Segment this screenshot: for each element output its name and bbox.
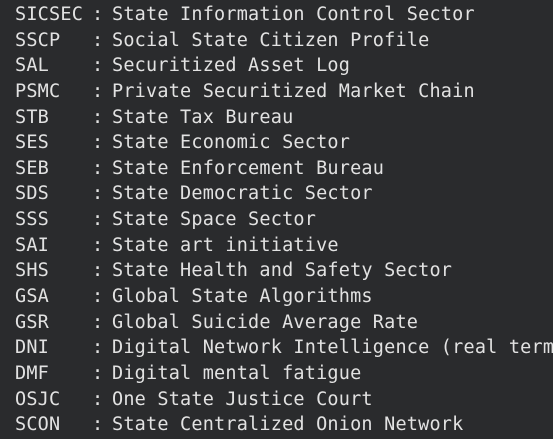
abbreviation: SCON	[15, 414, 61, 436]
glossary-row: GSA: Global State Algorithms	[15, 284, 553, 310]
glossary-row: SSS: State Space Sector	[15, 207, 553, 233]
glossary-row: SAL: Securitized Asset Log	[15, 53, 553, 79]
definition: Global Suicide Average Rate	[112, 311, 419, 333]
separator: :	[92, 29, 104, 51]
separator: :	[92, 234, 104, 256]
glossary-row: SSCP: Social State Citizen Profile	[15, 28, 553, 54]
abbreviation: SDS	[15, 183, 50, 205]
separator: :	[92, 157, 104, 179]
separator: :	[92, 209, 104, 231]
abbreviation: GSR	[15, 311, 50, 333]
separator: :	[92, 414, 104, 436]
abbreviation: SAI	[15, 234, 50, 256]
glossary-row: STB: State Tax Bureau	[15, 105, 553, 131]
glossary-row: SEB: State Enforcement Bureau	[15, 156, 553, 182]
definition: State art initiative	[112, 234, 339, 256]
separator: :	[92, 106, 104, 128]
separator: :	[92, 311, 104, 333]
terminal-output: SICSEC: State Information Control Sector …	[0, 0, 553, 439]
separator: :	[92, 80, 104, 102]
separator: :	[92, 388, 104, 410]
definition: Digital mental fatigue	[112, 362, 362, 384]
separator: :	[92, 55, 104, 77]
glossary-row: SHS: State Health and Safety Sector	[15, 258, 553, 284]
definition: Securitized Asset Log	[112, 55, 351, 77]
glossary-row: OSJC: One State Justice Court	[15, 387, 553, 413]
definition: Digital Network Intelligence (real term)	[112, 337, 553, 359]
definition: State Enforcement Bureau	[112, 157, 385, 179]
abbreviation: PSMC	[15, 80, 61, 102]
abbreviation: SEB	[15, 157, 50, 179]
separator: :	[92, 260, 104, 282]
abbreviation: SAL	[15, 55, 50, 77]
separator: :	[92, 183, 104, 205]
definition: State Tax Bureau	[112, 106, 294, 128]
definition: State Democratic Sector	[112, 183, 373, 205]
glossary-row: SAI: State art initiative	[15, 233, 553, 259]
separator: :	[92, 337, 104, 359]
glossary-row: GSR: Global Suicide Average Rate	[15, 310, 553, 336]
definition: State Centralized Onion Network	[112, 414, 464, 436]
glossary-row: SDS: State Democratic Sector	[15, 181, 553, 207]
abbreviation: DMF	[15, 362, 50, 384]
separator: :	[92, 286, 104, 308]
definition: Social State Citizen Profile	[112, 29, 430, 51]
abbreviation: SSCP	[15, 29, 61, 51]
glossary-row: SCON: State Centralized Onion Network	[15, 412, 553, 438]
definition: State Economic Sector	[112, 132, 351, 154]
definition: Global State Algorithms	[112, 286, 373, 308]
abbreviation: SHS	[15, 260, 50, 282]
abbreviation: SICSEC	[15, 4, 84, 25]
abbreviation: SSS	[15, 209, 50, 231]
separator: :	[92, 4, 104, 25]
separator: :	[92, 362, 104, 384]
definition: State Health and Safety Sector	[112, 260, 453, 282]
abbreviation: GSA	[15, 286, 50, 308]
glossary-row: PSMC: Private Securitized Market Chain	[15, 79, 553, 105]
glossary-row: DMF: Digital mental fatigue	[15, 361, 553, 387]
definition: State Space Sector	[112, 209, 317, 231]
definition: State Information Control Sector	[112, 4, 475, 25]
abbreviation: DNI	[15, 337, 50, 359]
glossary-row: SES: State Economic Sector	[15, 130, 553, 156]
abbreviation: SES	[15, 132, 50, 154]
abbreviation: STB	[15, 106, 50, 128]
abbreviation: OSJC	[15, 388, 61, 410]
definition: One State Justice Court	[112, 388, 373, 410]
glossary-row: SICSEC: State Information Control Sector	[15, 2, 553, 28]
glossary-row: DNI: Digital Network Intelligence (real t…	[15, 335, 553, 361]
definition: Private Securitized Market Chain	[112, 80, 475, 102]
separator: :	[92, 132, 104, 154]
